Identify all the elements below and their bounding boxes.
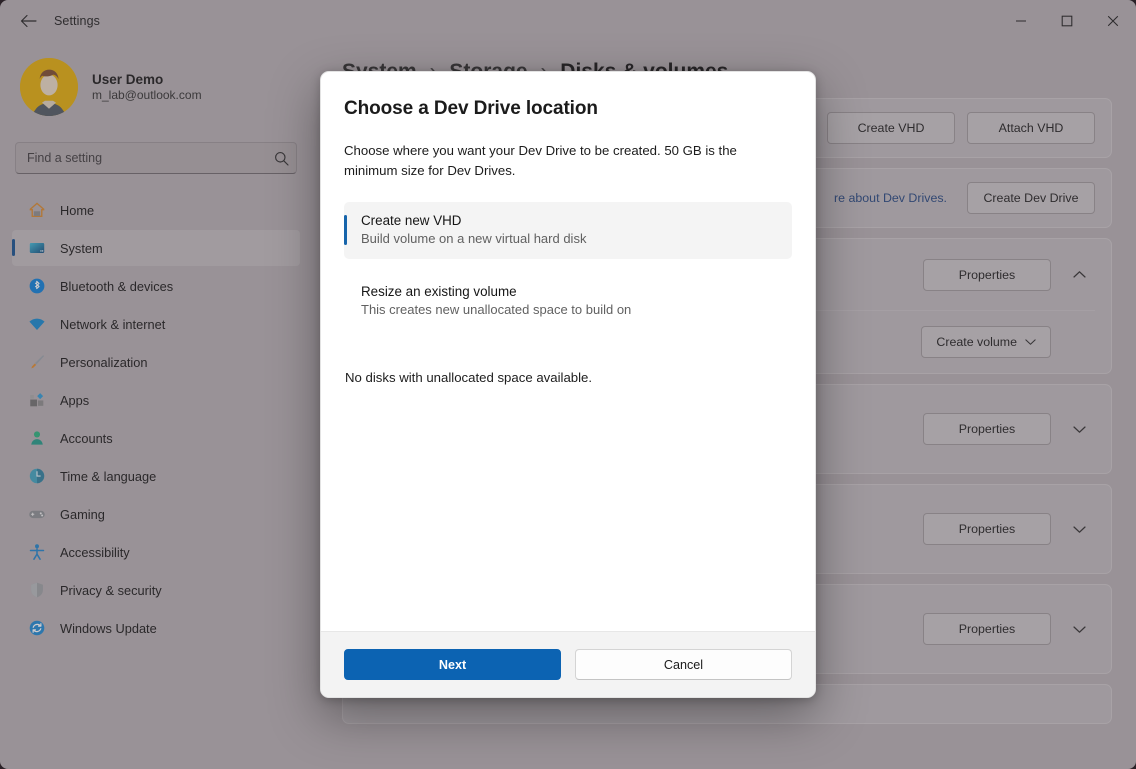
location-options: Create new VHD Build volume on a new vir… [344, 202, 792, 330]
next-button[interactable]: Next [344, 649, 561, 680]
option-subtitle: This creates new unallocated space to bu… [361, 302, 778, 317]
dialog-description: Choose where you want your Dev Drive to … [344, 141, 764, 182]
option-title: Create new VHD [361, 213, 778, 228]
empty-state-note: No disks with unallocated space availabl… [344, 370, 792, 385]
settings-window: Settings [0, 0, 1136, 769]
option-subtitle: Build volume on a new virtual hard disk [361, 231, 778, 246]
dialog-footer: Next Cancel [321, 631, 815, 697]
dev-drive-location-dialog: Choose a Dev Drive location Choose where… [320, 71, 816, 698]
cancel-button[interactable]: Cancel [575, 649, 792, 680]
option-create-new-vhd[interactable]: Create new VHD Build volume on a new vir… [344, 202, 792, 259]
option-resize-existing-volume[interactable]: Resize an existing volume This creates n… [344, 273, 792, 330]
dialog-body: Choose a Dev Drive location Choose where… [321, 72, 815, 631]
option-title: Resize an existing volume [361, 284, 778, 299]
dialog-title: Choose a Dev Drive location [344, 98, 792, 120]
